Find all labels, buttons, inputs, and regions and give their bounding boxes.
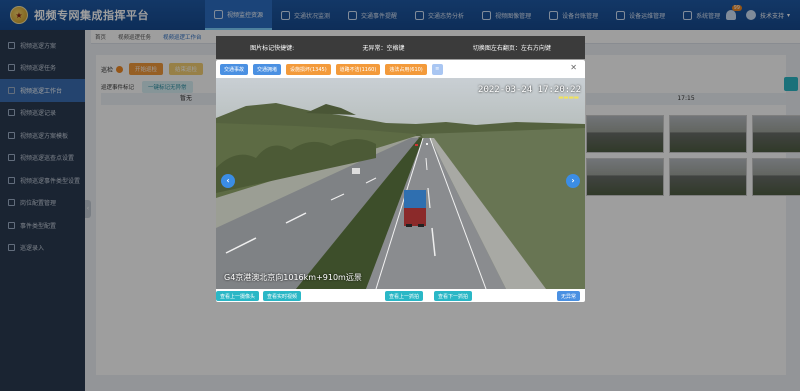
tag-traffic-jam-button[interactable]: 交通拥堵	[253, 63, 282, 75]
snapshot-image: 2022-03-24 17:20:22 ▬▬▬▬ G4京港澳北京向1016km+…	[216, 78, 585, 289]
timestamp: 2022-03-24 17:20:22	[478, 85, 581, 95]
timestamp-sublabel: ▬▬▬▬	[558, 95, 579, 101]
tag-road-dirty-button[interactable]: 道路不洁(1160)	[335, 63, 381, 75]
tag-facility-damage-button[interactable]: 设施损坏(1345)	[286, 63, 331, 75]
next-snapshot-button[interactable]: 查看下一抓拍	[434, 291, 473, 301]
chevron-down-icon[interactable]: ≡	[431, 63, 443, 75]
event-tag-toolbar: 交通事故 交通拥堵 设施损坏(1345) 道路不洁(1160) 违法占用(610…	[216, 63, 448, 75]
image-viewer-modal: 交通事故 交通拥堵 设施损坏(1345) 道路不洁(1160) 违法占用(610…	[216, 60, 585, 302]
tag-illegal-occupy-button[interactable]: 违法占用(610)	[385, 63, 427, 75]
realtime-video-button[interactable]: 查看实时视频	[263, 291, 302, 301]
prev-image-arrow-icon[interactable]: ‹	[221, 174, 235, 188]
hotkey-switch-image: 切换图左右翻页：左右方向键	[472, 45, 551, 52]
modal-footer: 查看上一摄像头 查看实时视频 查看上一抓拍 查看下一抓拍 无异常	[216, 291, 585, 302]
hotkey-label: 图片标记快捷键:	[250, 45, 295, 52]
no-anomaly-button[interactable]: 无异常	[557, 291, 581, 301]
camera-location-caption: G4京港澳北京向1016km+910m远景	[224, 273, 362, 282]
next-image-arrow-icon[interactable]: ›	[566, 174, 580, 188]
prev-camera-button[interactable]: 查看上一摄像头	[216, 291, 260, 301]
close-icon[interactable]: ✕	[570, 63, 577, 72]
highway-scene	[216, 78, 585, 289]
tag-traffic-accident-button[interactable]: 交通事故	[220, 63, 249, 75]
hotkey-no-anomaly: 无异常：空格键	[362, 45, 405, 52]
hotkey-info-bar: 图片标记快捷键: 无异常：空格键 切换图左右翻页：左右方向键	[216, 36, 585, 59]
prev-snapshot-button[interactable]: 查看上一抓拍	[385, 291, 424, 301]
